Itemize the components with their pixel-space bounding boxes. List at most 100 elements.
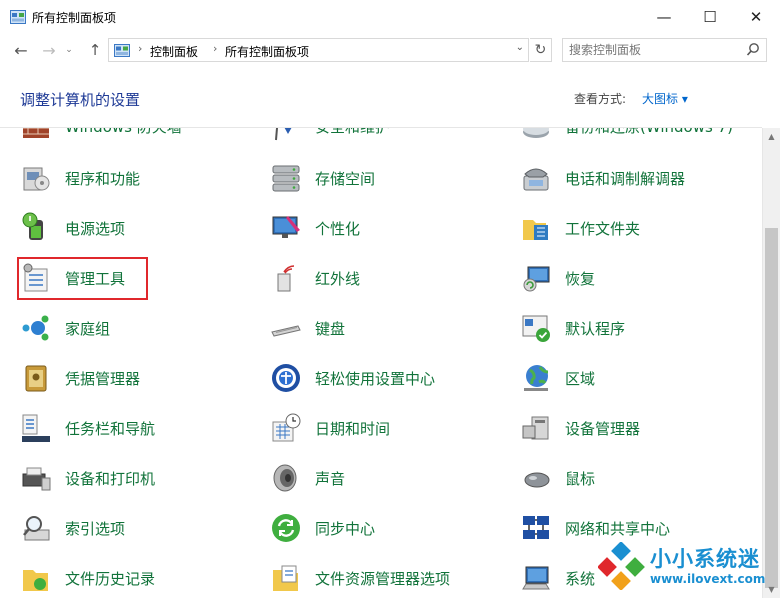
item-devices-printers[interactable]: 设备和打印机 [20,458,260,498]
item-indexing-options[interactable]: 索引选项 [20,508,260,548]
item-label: 红外线 [315,270,361,288]
item-label: 恢复 [565,270,596,288]
item-default-programs[interactable]: 默认程序 [520,308,760,348]
item-storage-spaces[interactable]: 存储空间 [270,158,510,198]
item-label: 鼠标 [565,470,596,488]
recent-locations-button[interactable]: ⌄ [62,39,76,61]
item-label: 个性化 [315,220,361,238]
item-infrared[interactable]: 红外线 [270,258,510,298]
search-icon[interactable] [746,42,760,58]
breadcrumb-all-items[interactable]: 所有控制面板项 [225,43,309,60]
firewall-icon [23,128,49,138]
default-programs-icon [522,315,550,342]
item-label: 工作文件夹 [565,220,641,238]
item-credential-manager[interactable]: 凭据管理器 [20,358,260,398]
item-label: 同步中心 [315,520,376,538]
explorer-options-icon [273,565,298,591]
item-label: 网络和共享中心 [565,520,671,538]
breadcrumb-separator[interactable]: › [138,42,142,55]
control-panel-items: Windows 防火墙 安全和维护 备份和还原(Windows 7) 程序和功能 [0,128,762,598]
vertical-scrollbar[interactable]: ▲ ▼ [762,128,780,598]
item-label: 区域 [565,370,596,388]
ease-of-access-icon [272,364,300,392]
watermark-logo-icon [598,542,645,590]
security-flag-icon [275,128,292,141]
mouse-icon [524,472,550,488]
programs-icon [23,167,50,191]
scroll-up-button[interactable]: ▲ [763,128,780,145]
item-windows-firewall[interactable]: Windows 防火墙 [20,128,260,146]
view-by-label: 查看方式: [574,92,627,106]
item-personalization[interactable]: 个性化 [270,208,510,248]
sync-icon [272,514,300,542]
item-label: 家庭组 [65,320,111,338]
page-title: 调整计算机的设置 [20,91,141,109]
item-label: 默认程序 [565,320,626,338]
highlight-box [17,257,148,300]
close-button[interactable]: ✕ [733,0,779,34]
region-icon [524,365,549,391]
window-title: 所有控制面板项 [32,11,117,25]
item-label: 存储空间 [315,170,376,188]
maximize-button[interactable]: ☐ [687,0,733,34]
item-label: Windows 防火墙 [65,128,182,137]
item-file-history[interactable]: 文件历史记录 [20,558,260,598]
work-folders-icon [523,220,548,240]
breadcrumb-control-panel[interactable]: 控制面板 [150,43,198,60]
power-icon [22,212,43,240]
item-label: 任务栏和导航 [65,420,156,438]
item-label: 文件历史记录 [65,570,156,588]
item-label: 文件资源管理器选项 [315,570,451,588]
refresh-button[interactable]: ↻ [530,38,552,62]
item-security-maintenance[interactable]: 安全和维护 [270,128,510,146]
back-button[interactable]: ← [10,39,32,61]
item-recovery[interactable]: 恢复 [520,258,760,298]
item-work-folders[interactable]: 工作文件夹 [520,208,760,248]
up-button[interactable]: ↑ [84,39,106,61]
item-keyboard[interactable]: 键盘 [270,308,510,348]
personalize-icon [272,216,300,238]
scrollbar-thumb[interactable] [765,228,778,588]
minimize-button[interactable]: — [641,0,687,34]
item-label: 电源选项 [65,220,126,238]
phone-icon [523,168,549,191]
item-mouse[interactable]: 鼠标 [520,458,760,498]
backup-icon [523,128,549,138]
item-programs-features[interactable]: 程序和功能 [20,158,260,198]
title-bar: 所有控制面板项 — ☐ ✕ [0,0,780,34]
item-label: 安全和维护 [315,128,390,137]
breadcrumb-separator[interactable]: › [213,42,217,55]
item-label: 设备和打印机 [65,470,156,488]
view-by-dropdown[interactable]: 大图标 ▾ [642,90,688,107]
item-explorer-options[interactable]: 文件资源管理器选项 [270,558,510,598]
device-manager-icon [522,416,549,440]
forward-button[interactable]: → [38,39,60,61]
infrared-icon [277,265,295,292]
item-sound[interactable]: 声音 [270,458,510,498]
item-phone-modem[interactable]: 电话和调制解调器 [520,158,760,198]
item-label: 轻松使用设置中心 [315,370,436,388]
item-label: 系统 [565,570,596,588]
address-dropdown-icon[interactable]: ⌄ [516,42,524,53]
control-panel-icon [10,10,26,24]
datetime-icon [272,413,301,442]
item-homegroup[interactable]: 家庭组 [20,308,260,348]
watermark-url: www.ilovext.com [650,572,766,586]
item-taskbar-navigation[interactable]: 任务栏和导航 [20,408,260,448]
item-date-time[interactable]: 日期和时间 [270,408,510,448]
item-device-manager[interactable]: 设备管理器 [520,408,760,448]
search-input[interactable] [569,42,739,58]
item-label: 程序和功能 [65,170,141,188]
item-sync-center[interactable]: 同步中心 [270,508,510,548]
item-label: 凭据管理器 [65,370,141,388]
item-region[interactable]: 区域 [520,358,760,398]
item-ease-of-access[interactable]: 轻松使用设置中心 [270,358,510,398]
navigation-bar: ← → ⌄ ↑ › 控制面板 › 所有控制面板项 ⌄ ↻ [0,34,780,66]
system-icon [522,566,550,590]
item-power-options[interactable]: 电源选项 [20,208,260,248]
search-box[interactable] [562,38,767,62]
credential-icon [25,365,47,392]
item-backup-restore[interactable]: 备份和还原(Windows 7) [520,128,760,146]
indexing-icon [23,516,50,541]
address-bar[interactable]: › 控制面板 › 所有控制面板项 ⌄ [108,38,529,62]
